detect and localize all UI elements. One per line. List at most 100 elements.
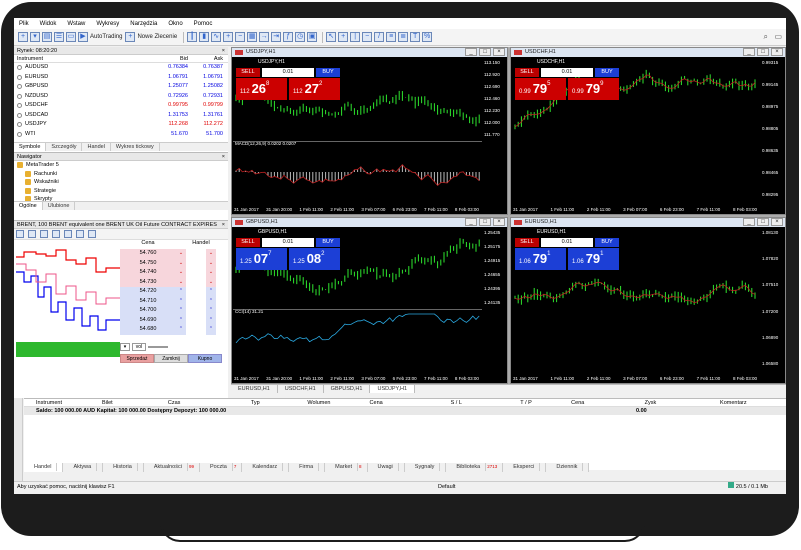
dom-price-row[interactable]: 54.690 ⌃ ⌃ [120, 315, 216, 326]
sell-button[interactable]: Sprzedaż [120, 354, 154, 363]
periods-icon[interactable]: ◷ [295, 32, 306, 42]
minimize-icon[interactable]: _ [743, 218, 755, 226]
tab-chart[interactable]: USDCHF,H1 [278, 385, 324, 393]
volume-input[interactable] [148, 345, 168, 348]
buy-limit-icon[interactable]: ⌃ [176, 287, 186, 297]
sell-limit-icon[interactable]: ⌄ [176, 249, 186, 259]
buy-icon[interactable]: ⌃ [206, 306, 216, 316]
tab-terminal[interactable]: Biblioteka 2713 [446, 463, 504, 472]
dom-tool-icon[interactable] [52, 230, 60, 238]
buy-icon[interactable]: ⌃ [206, 316, 216, 326]
candlestick-icon[interactable]: ▮ [199, 32, 210, 42]
tab-terminal[interactable]: Sygnały [405, 463, 447, 472]
vertical-line-icon[interactable]: | [350, 32, 361, 42]
navigator-item[interactable]: Strategie [17, 187, 228, 196]
lot-size-input[interactable]: 0.01 [262, 68, 314, 77]
sell-button[interactable]: SELL [236, 238, 260, 247]
sell-icon[interactable]: ⌄ [206, 278, 216, 288]
terminal-column-header[interactable]: Cena [370, 399, 451, 406]
market-watch-row[interactable]: AUDUSD 0.76384 0.76387 [14, 63, 228, 73]
tab-terminal[interactable]: Eksperci [503, 463, 547, 472]
buy-button[interactable]: BUY [595, 238, 619, 247]
sell-button[interactable]: SELL [515, 238, 539, 247]
market-watch-row[interactable]: WTI 51.670 51.700 [14, 130, 228, 140]
sell-price[interactable]: 1.06 791 [515, 248, 566, 270]
buy-price[interactable]: 0.99 799 [568, 78, 619, 100]
zoom-out-icon[interactable]: − [235, 32, 246, 42]
sell-limit-icon[interactable]: ⌄ [176, 259, 186, 269]
close-icon[interactable]: × [222, 47, 225, 55]
autoscroll-icon[interactable]: → [259, 32, 270, 42]
tab-terminal[interactable]: Aktywa [63, 463, 104, 472]
tab-terminal[interactable]: Market 8 [325, 463, 368, 472]
buy-icon[interactable]: ⌃ [206, 287, 216, 297]
sell-price[interactable]: 1.25 077 [236, 248, 287, 270]
dom-price-row[interactable]: 54.730 ⌄ ⌄ [120, 277, 216, 288]
tab-market-watch[interactable]: Handel [82, 143, 111, 151]
chart-title-bar[interactable]: USDJPY,H1 _ □ × [232, 48, 507, 57]
shapes-icon[interactable]: % [422, 32, 433, 42]
sell-limit-icon[interactable]: ⌄ [176, 278, 186, 288]
autotrading-button[interactable]: ▶ AutoTrading [78, 31, 122, 43]
menu-item[interactable]: Pomoc [194, 21, 213, 27]
minimize-icon[interactable]: _ [465, 48, 477, 56]
close-icon[interactable]: × [771, 218, 783, 226]
crosshair-icon[interactable]: + [338, 32, 349, 42]
col-bid[interactable]: Bid [142, 55, 188, 62]
maximize-icon[interactable]: □ [757, 218, 769, 226]
line-chart-icon[interactable]: ∿ [211, 32, 222, 42]
buy-price[interactable]: 112 272 [289, 78, 340, 100]
market-watch-row[interactable]: NZDUSD 0.72926 0.72931 [14, 92, 228, 102]
buy-button[interactable]: BUY [316, 68, 340, 77]
menu-item[interactable]: Wykresy [96, 21, 119, 27]
dom-price-row[interactable]: 54.760 ⌄ ⌄ [120, 249, 216, 259]
terminal-column-header[interactable]: Czas [168, 399, 251, 406]
text-icon[interactable]: T [410, 32, 421, 42]
buy-limit-icon[interactable]: ⌃ [176, 297, 186, 307]
tab-chart[interactable]: EURUSD,H1 [231, 385, 278, 393]
buy-icon[interactable]: ⌃ [206, 325, 216, 335]
sell-limit-icon[interactable]: ⌄ [176, 268, 186, 278]
search-icon[interactable]: ⌕ [764, 32, 768, 42]
navigator-item[interactable]: MetaTrader 5 [17, 161, 228, 170]
buy-limit-icon[interactable]: ⌃ [176, 325, 186, 335]
terminal-column-header[interactable]: S / L [451, 399, 521, 406]
market-watch-row[interactable]: USDCAD 1.31753 1.31761 [14, 111, 228, 121]
templates-icon[interactable]: ▣ [307, 32, 318, 42]
close-icon[interactable]: × [493, 48, 505, 56]
chart-window[interactable]: GBPUSD,H1 _ □ × GBPUSD,H1 CCI(14) 31.21 SELL 0.… [231, 217, 508, 384]
zoom-out-icon[interactable] [88, 230, 96, 238]
market-watch-row[interactable]: GBPUSD 1.25077 1.25082 [14, 82, 228, 92]
profiles-icon[interactable]: ▾ [30, 32, 40, 42]
dom-tool-icon[interactable] [40, 230, 48, 238]
col-ask[interactable]: Ask [188, 55, 226, 62]
close-position-button[interactable]: Zamknij [154, 354, 188, 363]
chart-title-bar[interactable]: EURUSD,H1 _ □ × [511, 218, 785, 227]
minimize-icon[interactable]: _ [743, 48, 755, 56]
minimize-icon[interactable]: _ [465, 218, 477, 226]
buy-price[interactable]: 1.25 082 [289, 248, 340, 270]
buy-limit-icon[interactable]: ⌃ [176, 316, 186, 326]
navigator-item[interactable]: Rachunki [17, 170, 228, 179]
menu-item[interactable]: Wstaw [67, 21, 85, 27]
tab-terminal[interactable]: Aktualności 99 [144, 463, 200, 472]
sell-icon[interactable]: ⌄ [206, 259, 216, 269]
close-icon[interactable]: × [771, 48, 783, 56]
tab-navigator[interactable]: Ogólne [14, 202, 43, 210]
terminal-column-header[interactable]: T / P [520, 399, 571, 406]
indicator-chart[interactable] [233, 309, 482, 370]
dom-price-row[interactable]: 54.740 ⌄ ⌄ [120, 268, 216, 278]
tab-navigator[interactable]: Ulubione [43, 202, 76, 210]
tab-market-watch[interactable]: Szczegóły [46, 143, 83, 151]
market-watch-row[interactable]: USDCHF 0.99795 0.99799 [14, 101, 228, 111]
chat-icon[interactable]: ▭ [774, 32, 782, 41]
close-icon[interactable]: × [222, 221, 225, 228]
terminal-column-header[interactable]: Wolumen [307, 399, 369, 406]
tab-chart[interactable]: GBPUSD,H1 [324, 385, 371, 393]
dom-price-row[interactable]: 54.700 ⌃ ⌃ [120, 306, 216, 316]
maximize-icon[interactable]: □ [479, 218, 491, 226]
dom-price-row[interactable]: 54.680 ⌃ ⌃ [120, 325, 216, 335]
close-icon[interactable]: × [493, 218, 505, 226]
buy-button[interactable]: Kupno [188, 354, 222, 363]
chart-window[interactable]: USDCHF,H1 _ □ × USDCHF,H1 SELL 0.01 BUY 0.99 795 0… [510, 47, 786, 215]
